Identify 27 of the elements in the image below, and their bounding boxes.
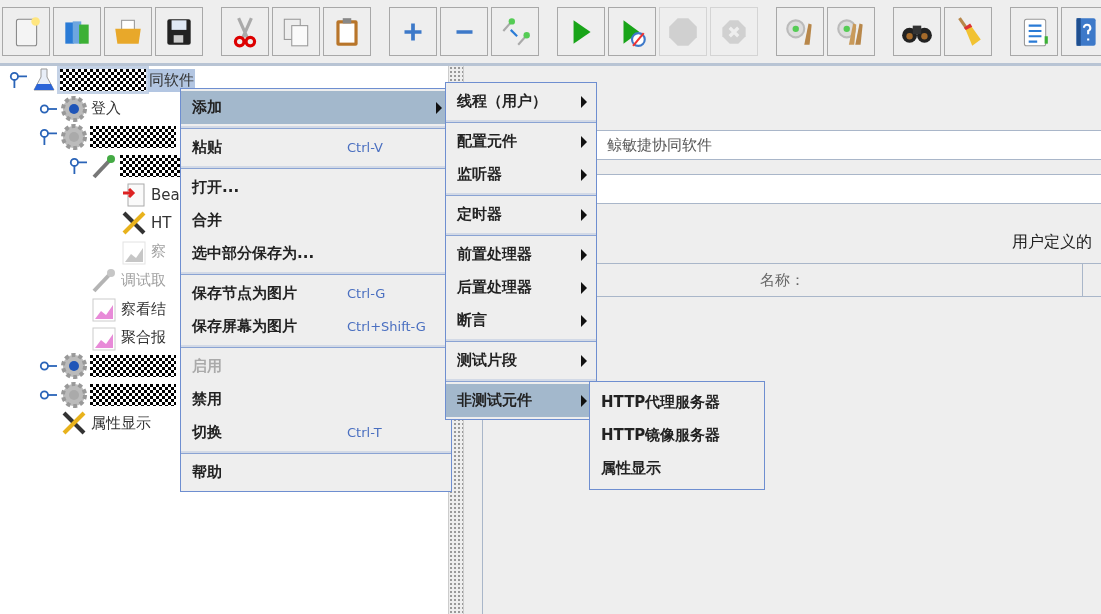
tree-node-label[interactable]: HT [150,212,173,235]
page-arrow-icon [120,180,148,209]
toolbar-button[interactable] [155,7,203,56]
menu-item[interactable]: 测试片段 [446,344,596,377]
menu-item[interactable]: HTTP镜像服务器 [590,419,764,452]
expanded-handle-icon[interactable] [38,128,58,147]
menu-item[interactable]: 断言 [446,304,596,337]
menu-item[interactable]: 监听器 [446,158,596,191]
tree-node-label[interactable]: 同软件 [148,68,195,92]
menu-item[interactable]: 属性显示 [590,452,764,485]
chart-icon [90,295,118,324]
expanded-handle-icon[interactable] [68,157,88,176]
tree-node-label[interactable]: 聚合报 [120,326,167,350]
toolbar-button[interactable] [1061,7,1101,56]
menu-item[interactable]: 帮助 [181,456,451,489]
minus-icon [455,29,473,34]
expanded-handle-icon[interactable] [8,71,28,90]
tree-node-label[interactable]: 察看结 [120,297,167,321]
menu-item[interactable]: 定时器 [446,198,596,231]
toolbar-button[interactable] [893,7,941,56]
tree-node-label[interactable]: Bea [150,183,181,206]
pipette-icon [90,266,118,295]
tree-node-label[interactable]: 登入 [90,97,122,121]
gear-icon [60,94,88,123]
section-title: 用户定义的 [1012,232,1093,253]
tree-node-label[interactable]: 属性显示 [90,411,152,435]
menu-item[interactable]: 切换 Ctrl-T [181,416,451,449]
